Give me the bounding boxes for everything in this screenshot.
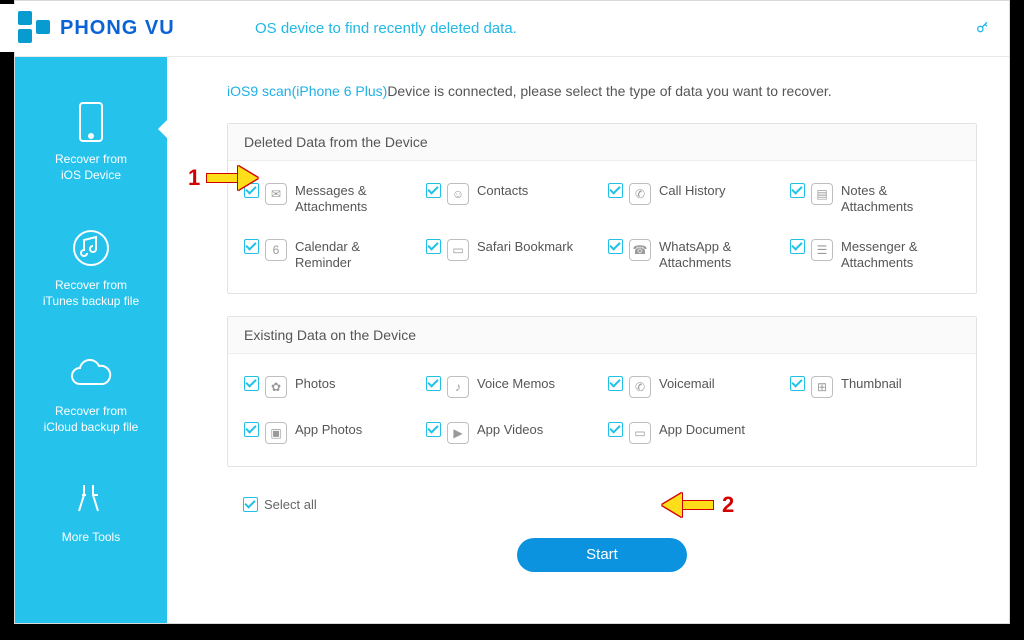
option-label: Messages & Attachments [295, 183, 367, 215]
watermark-logo-icon [18, 11, 52, 45]
data-type-option[interactable]: 6 Calendar & Reminder [238, 231, 420, 287]
sidebar-item-label: More Tools [15, 529, 167, 545]
cloud-icon [15, 353, 167, 395]
annotation-2: 2 [660, 492, 734, 518]
data-type-option[interactable]: ▭ App Document [602, 414, 784, 460]
type-icon: ☎ [629, 239, 651, 261]
checkbox-icon[interactable] [244, 422, 259, 437]
crumb-rest: Device is connected, please select the t… [387, 83, 831, 99]
sidebar-item-icloud[interactable]: Recover from iCloud backup file [15, 353, 167, 435]
data-type-option[interactable]: ♪ Voice Memos [420, 368, 602, 414]
arrow-left-icon [660, 495, 714, 515]
annotation-number: 2 [722, 492, 734, 518]
option-label: Safari Bookmark [477, 239, 573, 255]
option-label: Messenger & Attachments [841, 239, 918, 271]
checkbox-icon[interactable] [244, 239, 259, 254]
option-label: Notes & Attachments [841, 183, 913, 215]
data-type-option[interactable]: ☰ Messenger & Attachments [784, 231, 966, 287]
type-icon: ⊞ [811, 376, 833, 398]
type-icon: ▣ [265, 422, 287, 444]
type-icon: ✆ [629, 376, 651, 398]
type-icon: ☰ [811, 239, 833, 261]
type-icon: ✆ [629, 183, 651, 205]
checkbox-icon[interactable] [426, 376, 441, 391]
option-label: App Document [659, 422, 745, 438]
breadcrumb: iOS9 scan(iPhone 6 Plus)Device is connec… [227, 83, 977, 99]
checkbox-icon[interactable] [608, 376, 623, 391]
checkbox-icon[interactable] [790, 183, 805, 198]
checkbox-icon[interactable] [426, 239, 441, 254]
panel-title: Existing Data on the Device [228, 317, 976, 354]
option-label: Photos [295, 376, 335, 392]
select-all-label: Select all [264, 497, 317, 512]
option-label: Thumbnail [841, 376, 902, 392]
data-type-option[interactable]: ▭ Safari Bookmark [420, 231, 602, 287]
checkbox-icon[interactable] [790, 376, 805, 391]
type-icon: ✿ [265, 376, 287, 398]
checkbox-icon[interactable] [608, 183, 623, 198]
sidebar-item-more-tools[interactable]: More Tools [15, 479, 167, 545]
type-icon: ♪ [447, 376, 469, 398]
sidebar-item-itunes[interactable]: Recover from iTunes backup file [15, 227, 167, 309]
sidebar-item-label: Recover from iTunes backup file [15, 277, 167, 309]
data-type-option[interactable]: ☎ WhatsApp & Attachments [602, 231, 784, 287]
checkbox-icon[interactable] [426, 422, 441, 437]
type-icon: ▭ [447, 239, 469, 261]
option-label: App Videos [477, 422, 543, 438]
data-type-option[interactable]: ▶ App Videos [420, 414, 602, 460]
type-icon: ▭ [629, 422, 651, 444]
device-name: iOS9 scan(iPhone 6 Plus) [227, 83, 387, 99]
data-type-option[interactable]: ▤ Notes & Attachments [784, 175, 966, 231]
watermark: PHONG VU [0, 4, 224, 52]
panel-deleted-data: Deleted Data from the Device ✉Messages &… [227, 123, 977, 294]
type-icon: ☺ [447, 183, 469, 205]
key-icon[interactable] [975, 19, 991, 35]
topbar-hint: OS device to find recently deleted data. [255, 20, 517, 37]
option-label: App Photos [295, 422, 362, 438]
data-type-option[interactable]: ⊞ Thumbnail [784, 368, 966, 414]
annotation-1: 1 [188, 165, 260, 191]
arrow-right-icon [206, 168, 260, 188]
option-label: WhatsApp & Attachments [659, 239, 731, 271]
sidebar-item-label: Recover from iOS Device [15, 151, 167, 183]
start-button[interactable]: Start [517, 538, 687, 572]
checkbox-icon[interactable] [243, 497, 258, 512]
checkbox-icon[interactable] [608, 239, 623, 254]
select-all-row[interactable]: Select all [227, 489, 977, 512]
data-type-option[interactable]: ✆ Call History [602, 175, 784, 231]
type-icon: ▶ [447, 422, 469, 444]
sidebar: Recover from iOS Device Recover from iTu… [15, 57, 167, 623]
checkbox-icon[interactable] [608, 422, 623, 437]
checkbox-icon[interactable] [244, 376, 259, 391]
option-label: Voicemail [659, 376, 715, 392]
annotation-number: 1 [188, 165, 200, 191]
data-type-option[interactable]: ☺ Contacts [420, 175, 602, 231]
data-type-option[interactable]: ✿ Photos [238, 368, 420, 414]
tools-icon [15, 479, 167, 521]
checkbox-icon[interactable] [790, 239, 805, 254]
type-icon: 6 [265, 239, 287, 261]
main: iOS9 scan(iPhone 6 Plus)Device is connec… [167, 57, 1009, 623]
option-label: Voice Memos [477, 376, 555, 392]
sidebar-item-ios-device[interactable]: Recover from iOS Device [15, 101, 167, 183]
option-label: Contacts [477, 183, 528, 199]
type-icon: ▤ [811, 183, 833, 205]
data-type-option[interactable]: ▣ App Photos [238, 414, 420, 460]
start-button-label: Start [586, 546, 618, 563]
data-type-option[interactable]: ✆ Voicemail [602, 368, 784, 414]
watermark-text: PHONG VU [60, 17, 175, 40]
phone-icon [15, 101, 167, 143]
option-label: Calendar & Reminder [295, 239, 360, 271]
itunes-icon [15, 227, 167, 269]
sidebar-item-label: Recover from iCloud backup file [15, 403, 167, 435]
option-label: Call History [659, 183, 725, 199]
panel-existing-data: Existing Data on the Device ✿ Photos ♪ Voic… [227, 316, 977, 467]
checkbox-icon[interactable] [426, 183, 441, 198]
panel-title: Deleted Data from the Device [228, 124, 976, 161]
